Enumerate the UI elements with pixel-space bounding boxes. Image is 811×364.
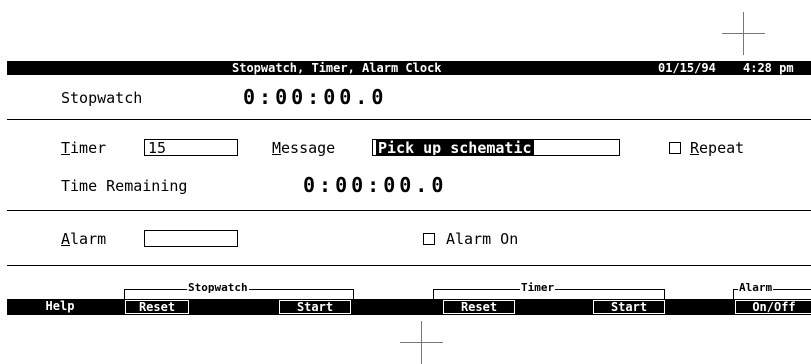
crosshair-bottom-vertical: [421, 321, 422, 364]
separator-2: [7, 210, 811, 211]
stopwatch-group-label: Stopwatch: [187, 281, 249, 294]
alarm-on-label: Alarm On: [446, 230, 519, 248]
title-bar: Stopwatch, Timer, Alarm Clock 01/15/94 4…: [7, 61, 811, 75]
separator-3: [7, 265, 811, 266]
message-value: Pick up schematic: [376, 139, 534, 156]
timer-input[interactable]: 15: [144, 139, 238, 156]
alarm-on-checkbox[interactable]: [423, 233, 435, 245]
stopwatch-reset-key[interactable]: Reset: [125, 300, 189, 314]
timer-group-label: Timer: [520, 281, 556, 294]
alarm-key-group: Alarm: [733, 282, 811, 300]
message-label: Message: [272, 139, 336, 157]
separator-1: [7, 119, 811, 120]
message-input[interactable]: Pick up schematic: [372, 139, 620, 156]
alarm-label: Alarm: [61, 230, 107, 248]
repeat-checkbox[interactable]: [669, 142, 681, 154]
stopwatch-display: 0:00:00.0: [243, 85, 388, 109]
timer-label: Timer: [61, 139, 107, 157]
alarm-onoff-key[interactable]: On/Off: [735, 300, 811, 314]
main-panel: Stopwatch 0:00:00.0 Timer 15 Message Pic…: [7, 75, 811, 289]
current-time: 4:28 pm: [743, 61, 794, 75]
window-title: Stopwatch, Timer, Alarm Clock: [232, 61, 442, 75]
time-remaining-label: Time Remaining: [61, 177, 188, 195]
timer-start-key[interactable]: Start: [593, 300, 665, 314]
timer-key-group: Timer: [433, 282, 665, 300]
repeat-label: Repeat: [690, 139, 745, 157]
crosshair-top-vertical: [743, 12, 744, 55]
timer-value: 15: [148, 139, 167, 156]
stopwatch-key-group: Stopwatch: [124, 282, 354, 300]
alarm-input[interactable]: [144, 230, 238, 247]
help-key[interactable]: Help: [15, 299, 105, 313]
current-date: 01/15/94: [658, 61, 716, 75]
function-key-bar: Stopwatch Timer Alarm Help Reset Start R…: [7, 282, 811, 315]
timer-reset-key[interactable]: Reset: [443, 300, 515, 314]
alarm-group-label: Alarm: [738, 281, 774, 294]
stopwatch-label: Stopwatch: [61, 89, 143, 107]
stopwatch-start-key[interactable]: Start: [279, 300, 351, 314]
time-remaining-display: 0:00:00.0: [303, 173, 448, 197]
